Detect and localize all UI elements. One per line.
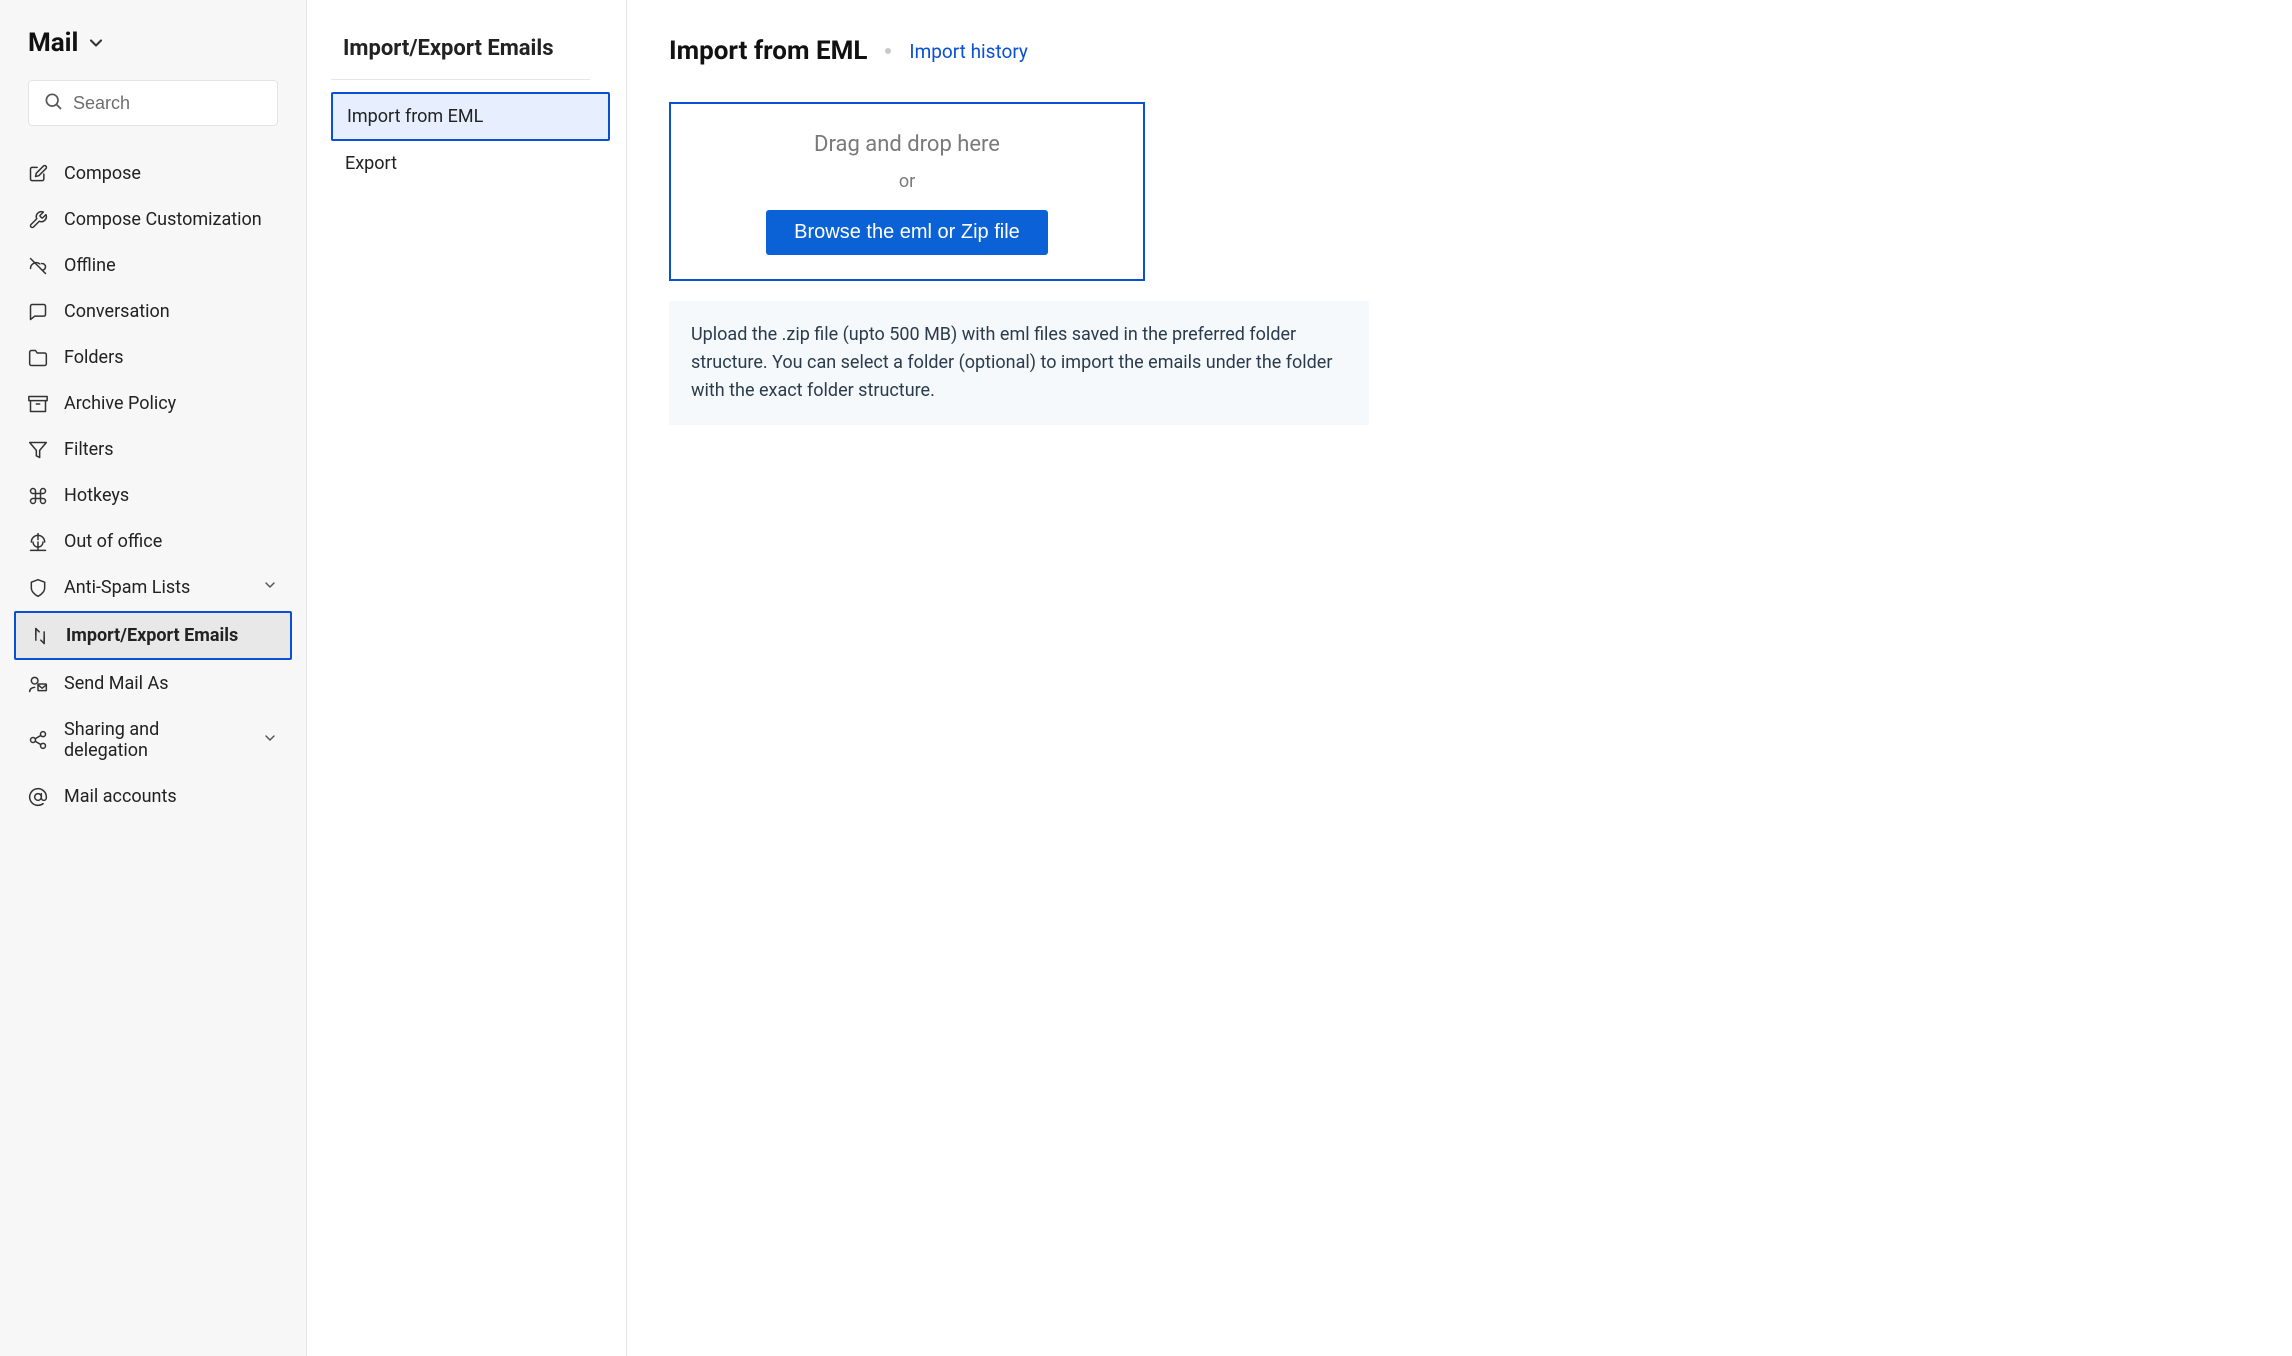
content-header: Import from EML Import history	[669, 36, 2250, 66]
search-box[interactable]	[28, 80, 278, 126]
chevron-down-icon	[262, 577, 278, 598]
sidebar-item-conversation[interactable]: Conversation	[14, 289, 292, 334]
nav-list: Compose Compose Customization Offline Co…	[0, 144, 306, 819]
sidebar-item-filters[interactable]: Filters	[14, 427, 292, 472]
subpanel-item-label: Import from EML	[347, 106, 483, 127]
out-of-office-icon	[28, 532, 48, 552]
chevron-down-icon	[262, 730, 278, 751]
offline-icon	[28, 256, 48, 276]
share-icon	[28, 730, 48, 750]
sidebar-item-label: Send Mail As	[64, 673, 169, 694]
subpanel-item-import-eml[interactable]: Import from EML	[331, 92, 610, 141]
primary-sidebar: Mail Compose Compose Customization	[0, 0, 307, 1356]
search-input[interactable]	[73, 93, 263, 114]
sidebar-item-send-mail-as[interactable]: Send Mail As	[14, 661, 292, 706]
sidebar-item-label: Filters	[64, 439, 114, 460]
at-sign-icon	[28, 787, 48, 807]
sidebar-item-compose[interactable]: Compose	[14, 151, 292, 196]
command-icon	[28, 486, 48, 506]
customization-icon	[28, 210, 48, 230]
main-content: Import from EML Import history Drag and …	[627, 0, 2292, 1356]
sidebar-item-label: Out of office	[64, 531, 162, 552]
sidebar-item-label: Archive Policy	[64, 393, 176, 414]
page-title: Import from EML	[669, 36, 867, 66]
app-label: Mail	[28, 28, 78, 58]
browse-file-button[interactable]: Browse the eml or Zip file	[766, 210, 1048, 255]
sidebar-item-sharing[interactable]: Sharing and delegation	[14, 707, 292, 773]
sidebar-item-label: Import/Export Emails	[66, 625, 238, 646]
secondary-panel: Import/Export Emails Import from EML Exp…	[307, 0, 627, 1356]
subpanel-title: Import/Export Emails	[331, 36, 590, 80]
info-card: Upload the .zip file (upto 500 MB) with …	[669, 301, 1369, 425]
user-mail-icon	[28, 674, 48, 694]
import-history-link[interactable]: Import history	[909, 40, 1028, 63]
dropzone-or: or	[899, 171, 915, 192]
sidebar-item-import-export[interactable]: Import/Export Emails	[14, 611, 292, 660]
archive-icon	[28, 394, 48, 414]
sidebar-item-label: Hotkeys	[64, 485, 129, 506]
shield-icon	[28, 578, 48, 598]
subpanel-list: Import from EML Export	[331, 92, 610, 186]
subpanel-item-label: Export	[345, 153, 397, 174]
sidebar-item-label: Conversation	[64, 301, 170, 322]
file-dropzone[interactable]: Drag and drop here or Browse the eml or …	[669, 102, 1145, 281]
sidebar-item-offline[interactable]: Offline	[14, 243, 292, 288]
sidebar-item-label: Mail accounts	[64, 786, 177, 807]
separator-dot-icon	[885, 48, 891, 54]
app-switcher[interactable]: Mail	[0, 28, 306, 80]
sidebar-item-compose-customization[interactable]: Compose Customization	[14, 197, 292, 242]
sidebar-item-label: Offline	[64, 255, 116, 276]
sidebar-item-hotkeys[interactable]: Hotkeys	[14, 473, 292, 518]
dropzone-hint: Drag and drop here	[814, 132, 1000, 157]
filter-icon	[28, 440, 48, 460]
compose-icon	[28, 164, 48, 184]
search-container	[0, 80, 306, 144]
subpanel-item-export[interactable]: Export	[331, 141, 610, 186]
sidebar-item-label: Folders	[64, 347, 124, 368]
sidebar-item-folders[interactable]: Folders	[14, 335, 292, 380]
chevron-down-icon	[86, 33, 106, 53]
sidebar-item-label: Compose Customization	[64, 209, 262, 230]
sidebar-item-anti-spam[interactable]: Anti-Spam Lists	[14, 565, 292, 610]
sidebar-item-label: Sharing and delegation	[64, 719, 246, 761]
sidebar-item-archive-policy[interactable]: Archive Policy	[14, 381, 292, 426]
sidebar-item-out-of-office[interactable]: Out of office	[14, 519, 292, 564]
sidebar-item-label: Compose	[64, 163, 141, 184]
import-export-icon	[30, 626, 50, 646]
conversation-icon	[28, 302, 48, 322]
folder-icon	[28, 348, 48, 368]
sidebar-item-label: Anti-Spam Lists	[64, 577, 190, 598]
sidebar-item-mail-accounts[interactable]: Mail accounts	[14, 774, 292, 819]
search-icon	[43, 91, 73, 115]
